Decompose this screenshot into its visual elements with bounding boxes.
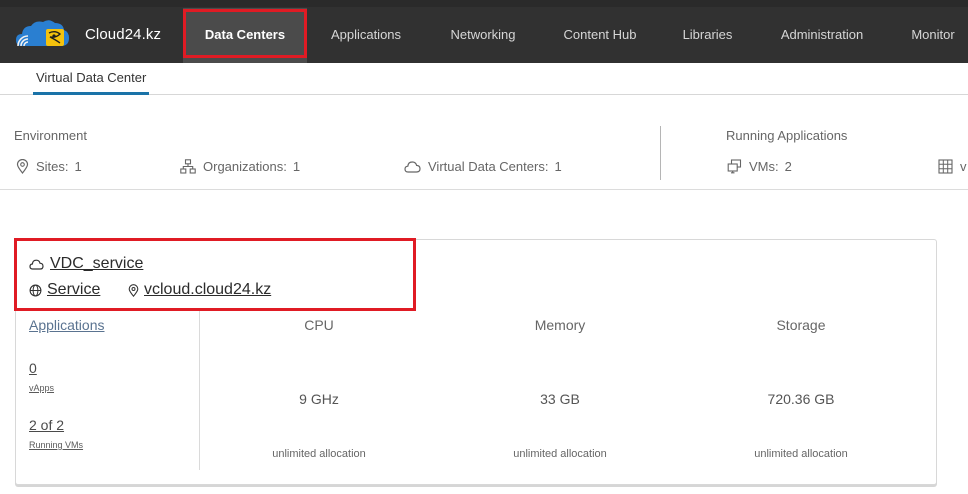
nav-networking[interactable]: Networking bbox=[432, 8, 534, 63]
vapps-count-link[interactable]: 0 bbox=[29, 360, 37, 376]
subtab-bar: Virtual Data Center bbox=[0, 63, 968, 95]
memory-heading: Memory bbox=[534, 317, 586, 333]
brand-name[interactable]: Cloud24.kz bbox=[85, 26, 161, 43]
nav-data-centers[interactable]: Data Centers bbox=[183, 8, 307, 63]
vdc-name-link[interactable]: VDC_service bbox=[50, 255, 143, 273]
stat-sites: Sites: 1 bbox=[16, 159, 82, 174]
stat-vms: VMs: 2 bbox=[727, 159, 792, 174]
stat-organizations-label: Organizations: bbox=[203, 159, 287, 174]
storage-value: 720.36 GB bbox=[767, 391, 835, 407]
running-vms-caption-link[interactable]: Running VMs bbox=[29, 440, 83, 450]
top-nav-bar: Cloud24.kz Data Centers Applications Net… bbox=[0, 0, 968, 63]
nav-libraries[interactable]: Libraries bbox=[665, 8, 750, 63]
vdc-card-title: VDC_service bbox=[29, 255, 143, 273]
nav-monitor[interactable]: Monitor bbox=[893, 8, 968, 63]
cpu-value: 9 GHz bbox=[299, 391, 339, 407]
stat-vdcs: Virtual Data Centers: 1 bbox=[404, 159, 562, 174]
vdc-org-link[interactable]: Service bbox=[47, 281, 100, 299]
stat-partial-label: v bbox=[960, 159, 967, 174]
vapps-caption-link[interactable]: vApps bbox=[29, 383, 54, 393]
stat-organizations: Organizations: 1 bbox=[180, 159, 300, 174]
summary-bottom-divider bbox=[0, 189, 968, 190]
stat-vms-value: 2 bbox=[784, 159, 792, 174]
vdc-site-link[interactable]: vcloud.cloud24.kz bbox=[144, 281, 271, 299]
stat-sites-value: 1 bbox=[74, 159, 82, 174]
environment-heading: Environment bbox=[14, 128, 87, 143]
globe-icon bbox=[29, 284, 42, 296]
running-applications-heading: Running Applications bbox=[726, 128, 848, 143]
memory-value: 33 GB bbox=[540, 391, 580, 407]
stat-vdcs-label: Virtual Data Centers: bbox=[428, 159, 549, 174]
storage-allocation: unlimited allocation bbox=[754, 448, 848, 460]
org-tree-icon bbox=[180, 159, 196, 174]
location-pin-icon bbox=[16, 159, 29, 174]
nav-administration[interactable]: Administration bbox=[764, 8, 880, 63]
tab-virtual-data-center[interactable]: Virtual Data Center bbox=[33, 63, 150, 95]
stat-vms-label: VMs: bbox=[749, 159, 779, 174]
location-pin-icon bbox=[128, 283, 139, 297]
vdc-site: vcloud.cloud24.kz bbox=[128, 281, 271, 299]
summary-divider bbox=[660, 126, 661, 180]
top-strip bbox=[0, 0, 968, 7]
stat-sites-label: Sites: bbox=[36, 159, 69, 174]
nav-content-hub[interactable]: Content Hub bbox=[546, 8, 654, 63]
cpu-allocation: unlimited allocation bbox=[272, 448, 366, 460]
vdc-org: Service bbox=[29, 281, 100, 299]
applications-divider bbox=[199, 311, 200, 470]
grid-icon bbox=[938, 159, 953, 174]
storage-heading: Storage bbox=[776, 317, 826, 333]
cloud-icon bbox=[29, 259, 44, 270]
memory-allocation: unlimited allocation bbox=[513, 448, 607, 460]
nav-applications[interactable]: Applications bbox=[313, 8, 419, 63]
stat-organizations-value: 1 bbox=[292, 159, 301, 174]
vm-stack-icon bbox=[727, 159, 742, 174]
running-vms-count-link[interactable]: 2 of 2 bbox=[29, 417, 64, 433]
applications-link[interactable]: Applications bbox=[29, 317, 105, 333]
stat-vdcs-value: 1 bbox=[554, 159, 562, 174]
stat-partial: v bbox=[938, 159, 967, 174]
cloud-logo-icon[interactable] bbox=[14, 16, 70, 52]
cpu-heading: CPU bbox=[304, 317, 334, 333]
cloud-icon bbox=[404, 161, 421, 173]
